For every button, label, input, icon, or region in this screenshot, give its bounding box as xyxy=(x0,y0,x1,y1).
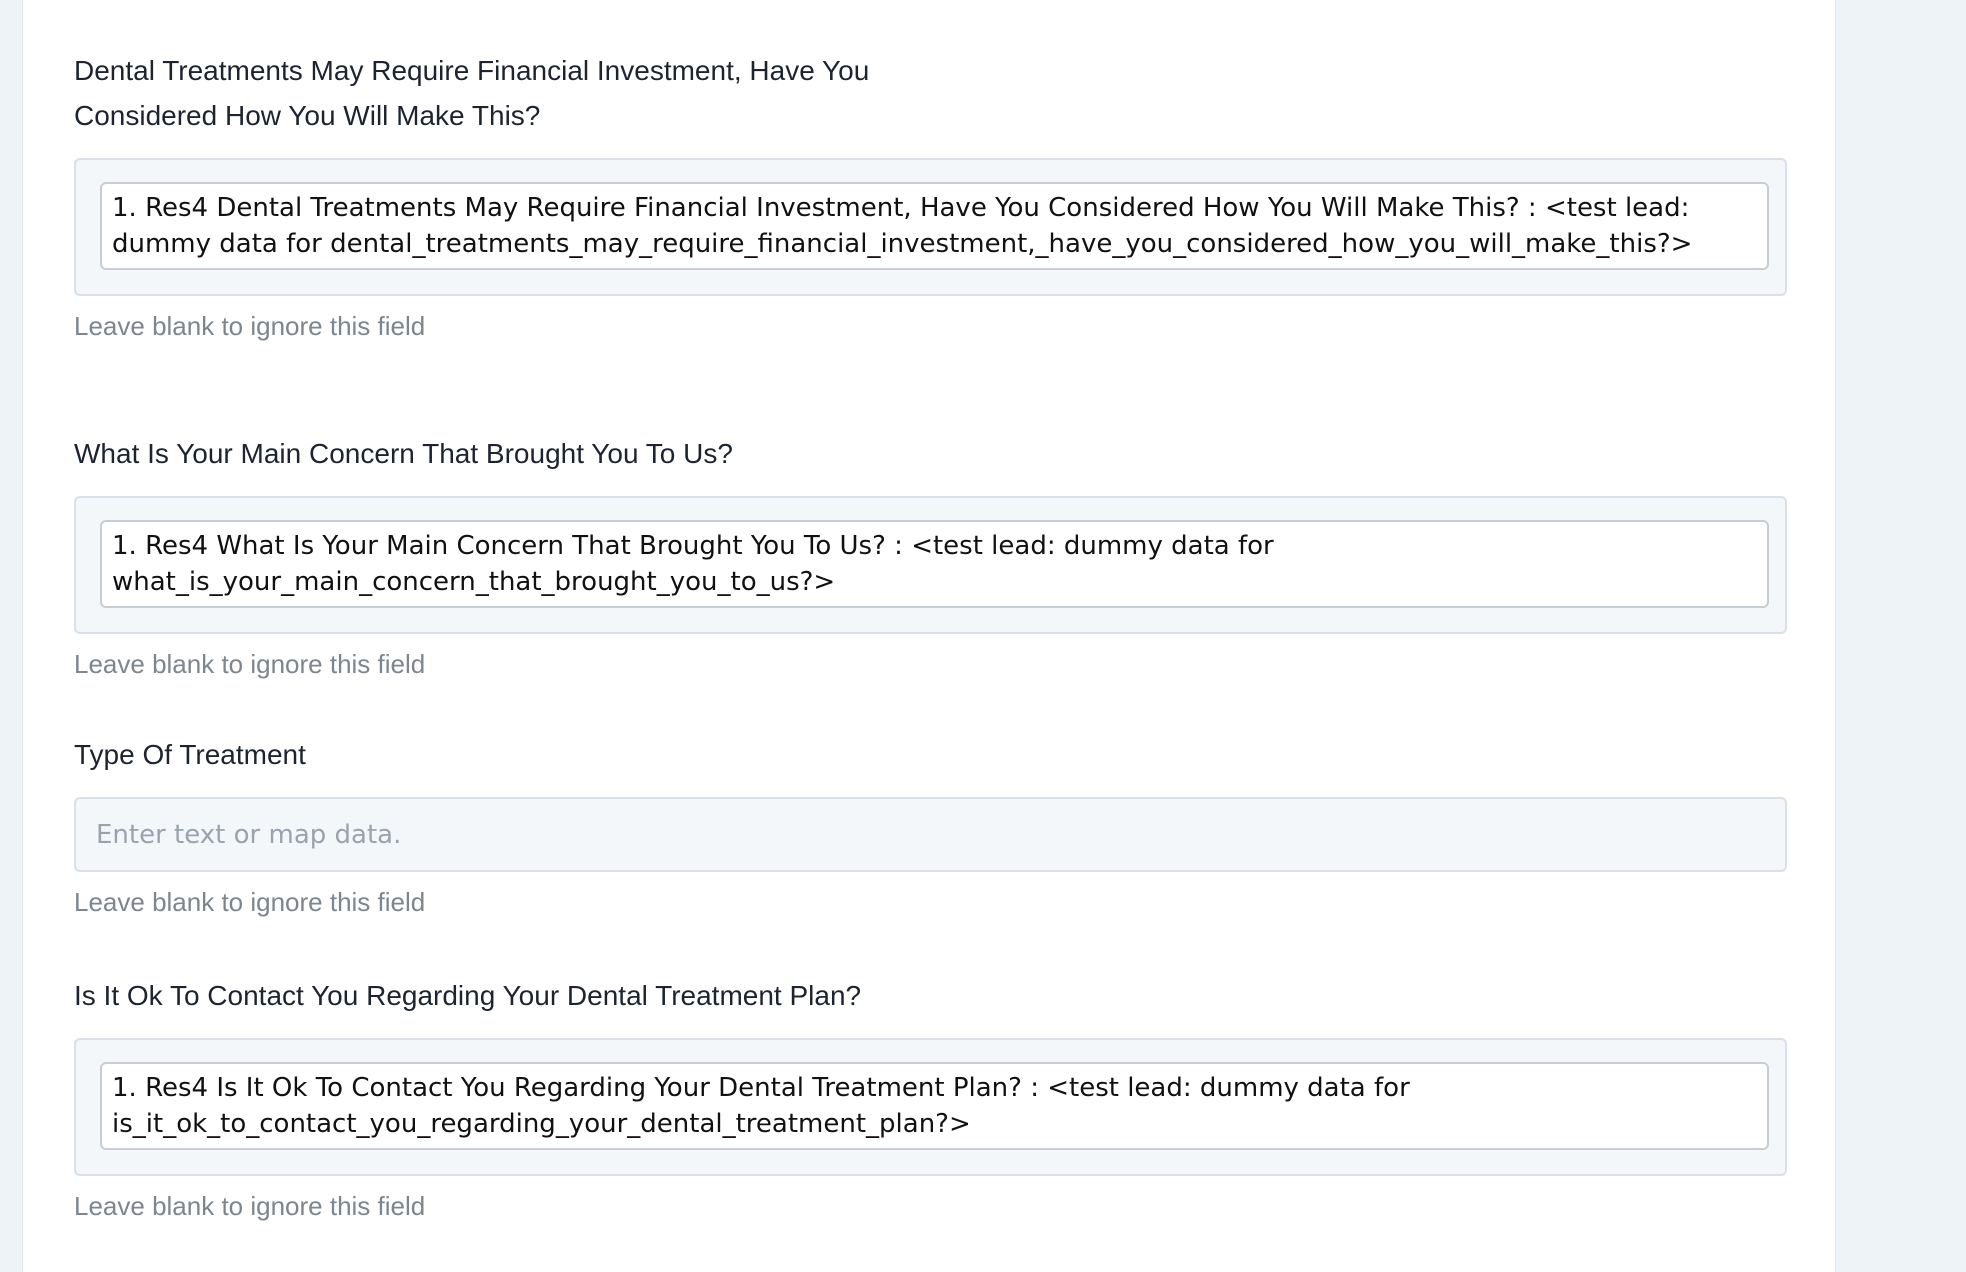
field-hint: Leave blank to ignore this field xyxy=(74,887,426,917)
type-of-treatment-input[interactable] xyxy=(74,797,1787,872)
mapped-value-token[interactable]: 1. Res4 Dental Treatments May Require Fi… xyxy=(100,182,1769,270)
field-type-of-treatment: Type Of Treatment Leave blank to ignore … xyxy=(74,732,1787,920)
field-hint: Leave blank to ignore this field xyxy=(74,311,426,341)
field-mapping-container[interactable]: 1. Res4 What Is Your Main Concern That B… xyxy=(74,496,1787,634)
form-panel: Dental Treatments May Require Financial … xyxy=(22,0,1836,1272)
field-hint: Leave blank to ignore this field xyxy=(74,649,426,679)
field-contact-permission: Is It Ok To Contact You Regarding Your D… xyxy=(74,973,1787,1224)
field-mapping-container[interactable]: 1. Res4 Dental Treatments May Require Fi… xyxy=(74,158,1787,296)
field-label: What Is Your Main Concern That Brought Y… xyxy=(74,438,733,469)
field-main-concern: What Is Your Main Concern That Brought Y… xyxy=(74,431,1787,682)
field-hint: Leave blank to ignore this field xyxy=(74,1191,426,1221)
field-label: Dental Treatments May Require Financial … xyxy=(74,55,870,131)
mapped-value-token[interactable]: 1. Res4 What Is Your Main Concern That B… xyxy=(100,520,1769,608)
field-mapping-container[interactable]: 1. Res4 Is It Ok To Contact You Regardin… xyxy=(74,1038,1787,1176)
field-label: Is It Ok To Contact You Regarding Your D… xyxy=(74,980,862,1011)
field-label: Type Of Treatment xyxy=(74,739,306,770)
field-financial-investment: Dental Treatments May Require Financial … xyxy=(74,48,1787,344)
mapped-value-token[interactable]: 1. Res4 Is It Ok To Contact You Regardin… xyxy=(100,1062,1769,1150)
